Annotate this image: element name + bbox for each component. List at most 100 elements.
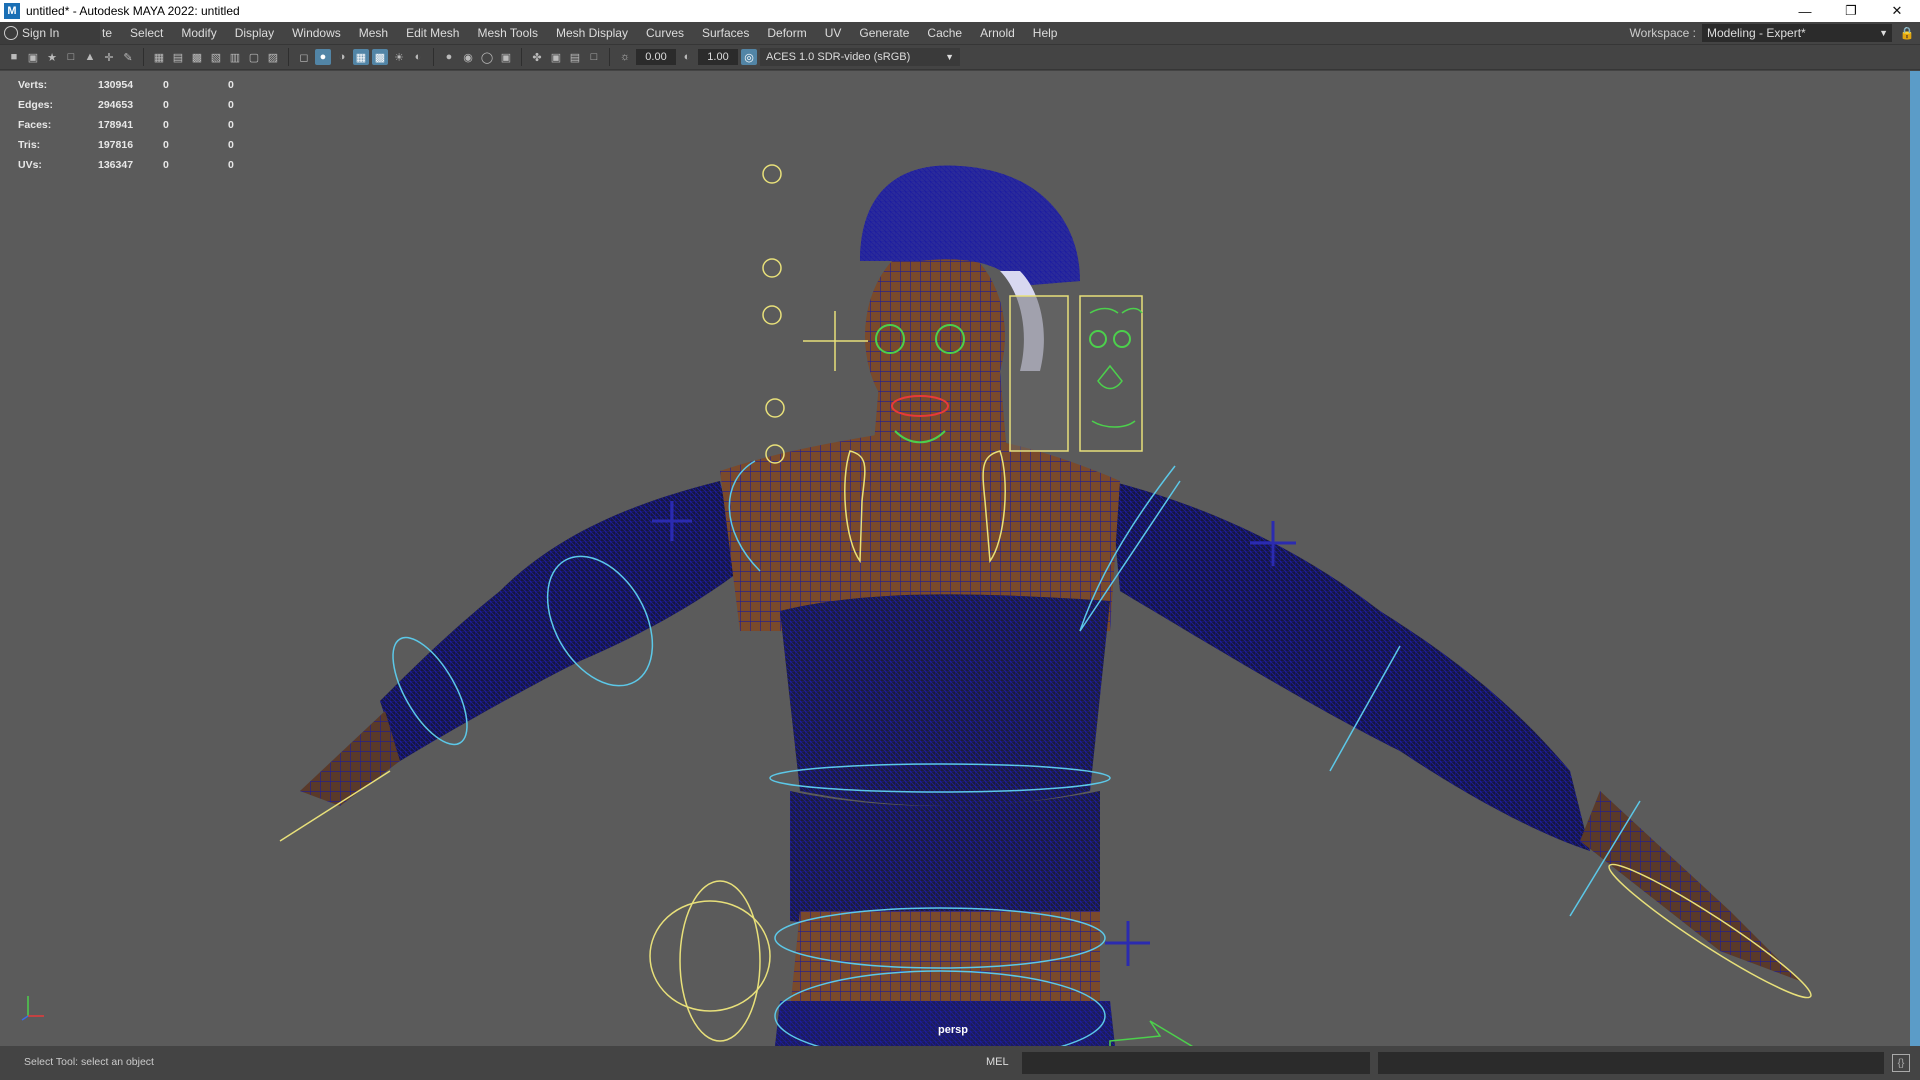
- wireframe-on-shaded-icon[interactable]: ▦: [353, 49, 369, 65]
- hip-r-cross: [1105, 921, 1150, 966]
- panel-edge-highlight: [1910, 71, 1920, 1046]
- separator: [433, 48, 434, 66]
- persp-viewport[interactable]: Verts: 130954 0 0 Edges: 294653 0 0 Face…: [0, 71, 1910, 1046]
- menu-deform[interactable]: Deform: [758, 22, 815, 44]
- hud-value: 0: [163, 119, 169, 131]
- lock-icon[interactable]: 🔒: [1898, 24, 1916, 42]
- xray-icon[interactable]: ▣: [548, 49, 564, 65]
- menu-windows[interactable]: Windows: [283, 22, 350, 44]
- hud-label: UVs:: [18, 159, 42, 171]
- user-icon: [4, 26, 18, 40]
- hud-value: 130954: [98, 79, 134, 91]
- gamma-icon[interactable]: ◐: [679, 49, 695, 65]
- color-management-icon[interactable]: ◎: [741, 49, 757, 65]
- menu-edit-mesh[interactable]: Edit Mesh: [397, 22, 468, 44]
- default-material-icon[interactable]: ◑: [334, 49, 350, 65]
- resolution-gate-icon[interactable]: ▩: [189, 49, 205, 65]
- menu-uv[interactable]: UV: [816, 22, 851, 44]
- grid-icon[interactable]: ▦: [151, 49, 167, 65]
- isolate-select-icon[interactable]: ✤: [529, 49, 545, 65]
- hud-label: Tris:: [18, 139, 41, 151]
- bookmark-icon[interactable]: ★: [44, 49, 60, 65]
- close-icon[interactable]: ✕: [1874, 0, 1920, 22]
- hud-value: 178941: [98, 119, 134, 131]
- hud-value: 0: [163, 159, 169, 171]
- field-chart-icon[interactable]: ▥: [227, 49, 243, 65]
- restore-icon[interactable]: ❐: [1828, 0, 1874, 22]
- gate-mask-icon[interactable]: ▧: [208, 49, 224, 65]
- script-editor-icon[interactable]: {}: [1892, 1054, 1910, 1072]
- menu-select[interactable]: Select: [121, 22, 172, 44]
- spine-ctrl: [762, 305, 782, 325]
- workspace-selector: Workspace : Modeling - Expert* ▼ 🔒: [1630, 22, 1920, 44]
- menu-file-truncated[interactable]: te: [100, 22, 121, 44]
- command-result-field: [1378, 1052, 1884, 1074]
- menu-mesh-display[interactable]: Mesh Display: [547, 22, 637, 44]
- hud-row-faces: Faces: 178941 0 0: [18, 115, 258, 135]
- spine-ctrl: [765, 398, 785, 418]
- mel-toggle[interactable]: MEL: [986, 1056, 1009, 1068]
- menu-help[interactable]: Help: [1024, 22, 1067, 44]
- status-bar: Select Tool: select an object MEL {}: [0, 1046, 1920, 1080]
- hud-value: 0: [163, 79, 169, 91]
- hud-value: 0: [163, 139, 169, 151]
- exposure-icon[interactable]: ☼: [617, 49, 633, 65]
- camera-attributes-icon[interactable]: ▣: [25, 49, 41, 65]
- select-camera-icon[interactable]: ■: [6, 49, 22, 65]
- view-transform-dropdown[interactable]: ACES 1.0 SDR-video (sRGB) ▼: [760, 48, 960, 66]
- menu-arnold[interactable]: Arnold: [971, 22, 1024, 44]
- smooth-shade-icon[interactable]: ●: [315, 49, 331, 65]
- separator: [143, 48, 144, 66]
- minimize-icon[interactable]: —: [1782, 0, 1828, 22]
- window-title: untitled* - Autodesk MAYA 2022: untitled: [26, 4, 240, 18]
- menu-surfaces[interactable]: Surfaces: [693, 22, 758, 44]
- hud-value: 0: [228, 79, 234, 91]
- xray-joints-icon[interactable]: ▤: [567, 49, 583, 65]
- wireframe-icon[interactable]: ◻: [296, 49, 312, 65]
- use-all-lights-icon[interactable]: ☀: [391, 49, 407, 65]
- hud-value: 136347: [98, 159, 134, 171]
- anti-aliasing-icon[interactable]: ◯: [479, 49, 495, 65]
- 2d-pan-zoom-icon[interactable]: ✛: [101, 49, 117, 65]
- exposure-field[interactable]: 0.00: [636, 49, 676, 65]
- separator: [288, 48, 289, 66]
- menu-mesh[interactable]: Mesh: [350, 22, 397, 44]
- menu-generate[interactable]: Generate: [850, 22, 918, 44]
- separator: [609, 48, 610, 66]
- menu-cache[interactable]: Cache: [918, 22, 971, 44]
- separator: [521, 48, 522, 66]
- motion-blur-icon[interactable]: ◉: [460, 49, 476, 65]
- face-panel-b: [1079, 295, 1143, 452]
- depth-of-field-icon[interactable]: ▣: [498, 49, 514, 65]
- hud-row-tris: Tris: 197816 0 0: [18, 135, 258, 155]
- safe-title-icon[interactable]: ▨: [265, 49, 281, 65]
- menu-mesh-tools[interactable]: Mesh Tools: [468, 22, 546, 44]
- xray-components-icon[interactable]: □: [586, 49, 602, 65]
- textured-icon[interactable]: ▩: [372, 49, 388, 65]
- panel-toolbar: ■ ▣ ★ □ ▲ ✛ ✎ ▦ ▤ ▩ ▧ ▥ ▢ ▨ ◻ ● ◑ ▦ ▩ ☀ …: [0, 44, 1920, 70]
- menu-modify[interactable]: Modify: [172, 22, 225, 44]
- hud-value: 0: [228, 159, 234, 171]
- gamma-field[interactable]: 1.00: [698, 49, 738, 65]
- film-gate-icon[interactable]: ▤: [170, 49, 186, 65]
- head-cross-ctrl: [803, 311, 868, 371]
- shadows-icon[interactable]: ◐: [410, 49, 426, 65]
- grease-pencil-icon[interactable]: ✎: [120, 49, 136, 65]
- screen-space-ao-icon[interactable]: ●: [441, 49, 457, 65]
- title-bar: M untitled* - Autodesk MAYA 2022: untitl…: [0, 0, 1920, 22]
- menu-curves[interactable]: Curves: [637, 22, 693, 44]
- scene-render[interactable]: [0, 71, 1910, 1046]
- workspace-value: Modeling - Expert*: [1707, 26, 1806, 40]
- window-controls: — ❐ ✕: [1782, 0, 1920, 22]
- menu-display[interactable]: Display: [226, 22, 283, 44]
- hip-arrow-ctrl: [1109, 1020, 1194, 1046]
- help-line: Select Tool: select an object: [24, 1056, 154, 1068]
- view-axis-icon: [21, 996, 44, 1021]
- sign-in-button[interactable]: Sign In: [0, 22, 100, 44]
- view-transform-value: ACES 1.0 SDR-video (sRGB): [766, 51, 911, 63]
- pin-icon[interactable]: ▲: [82, 49, 98, 65]
- image-plane-icon[interactable]: □: [63, 49, 79, 65]
- workspace-dropdown[interactable]: Modeling - Expert* ▼: [1702, 24, 1892, 42]
- safe-action-icon[interactable]: ▢: [246, 49, 262, 65]
- command-line-input[interactable]: [1022, 1052, 1370, 1074]
